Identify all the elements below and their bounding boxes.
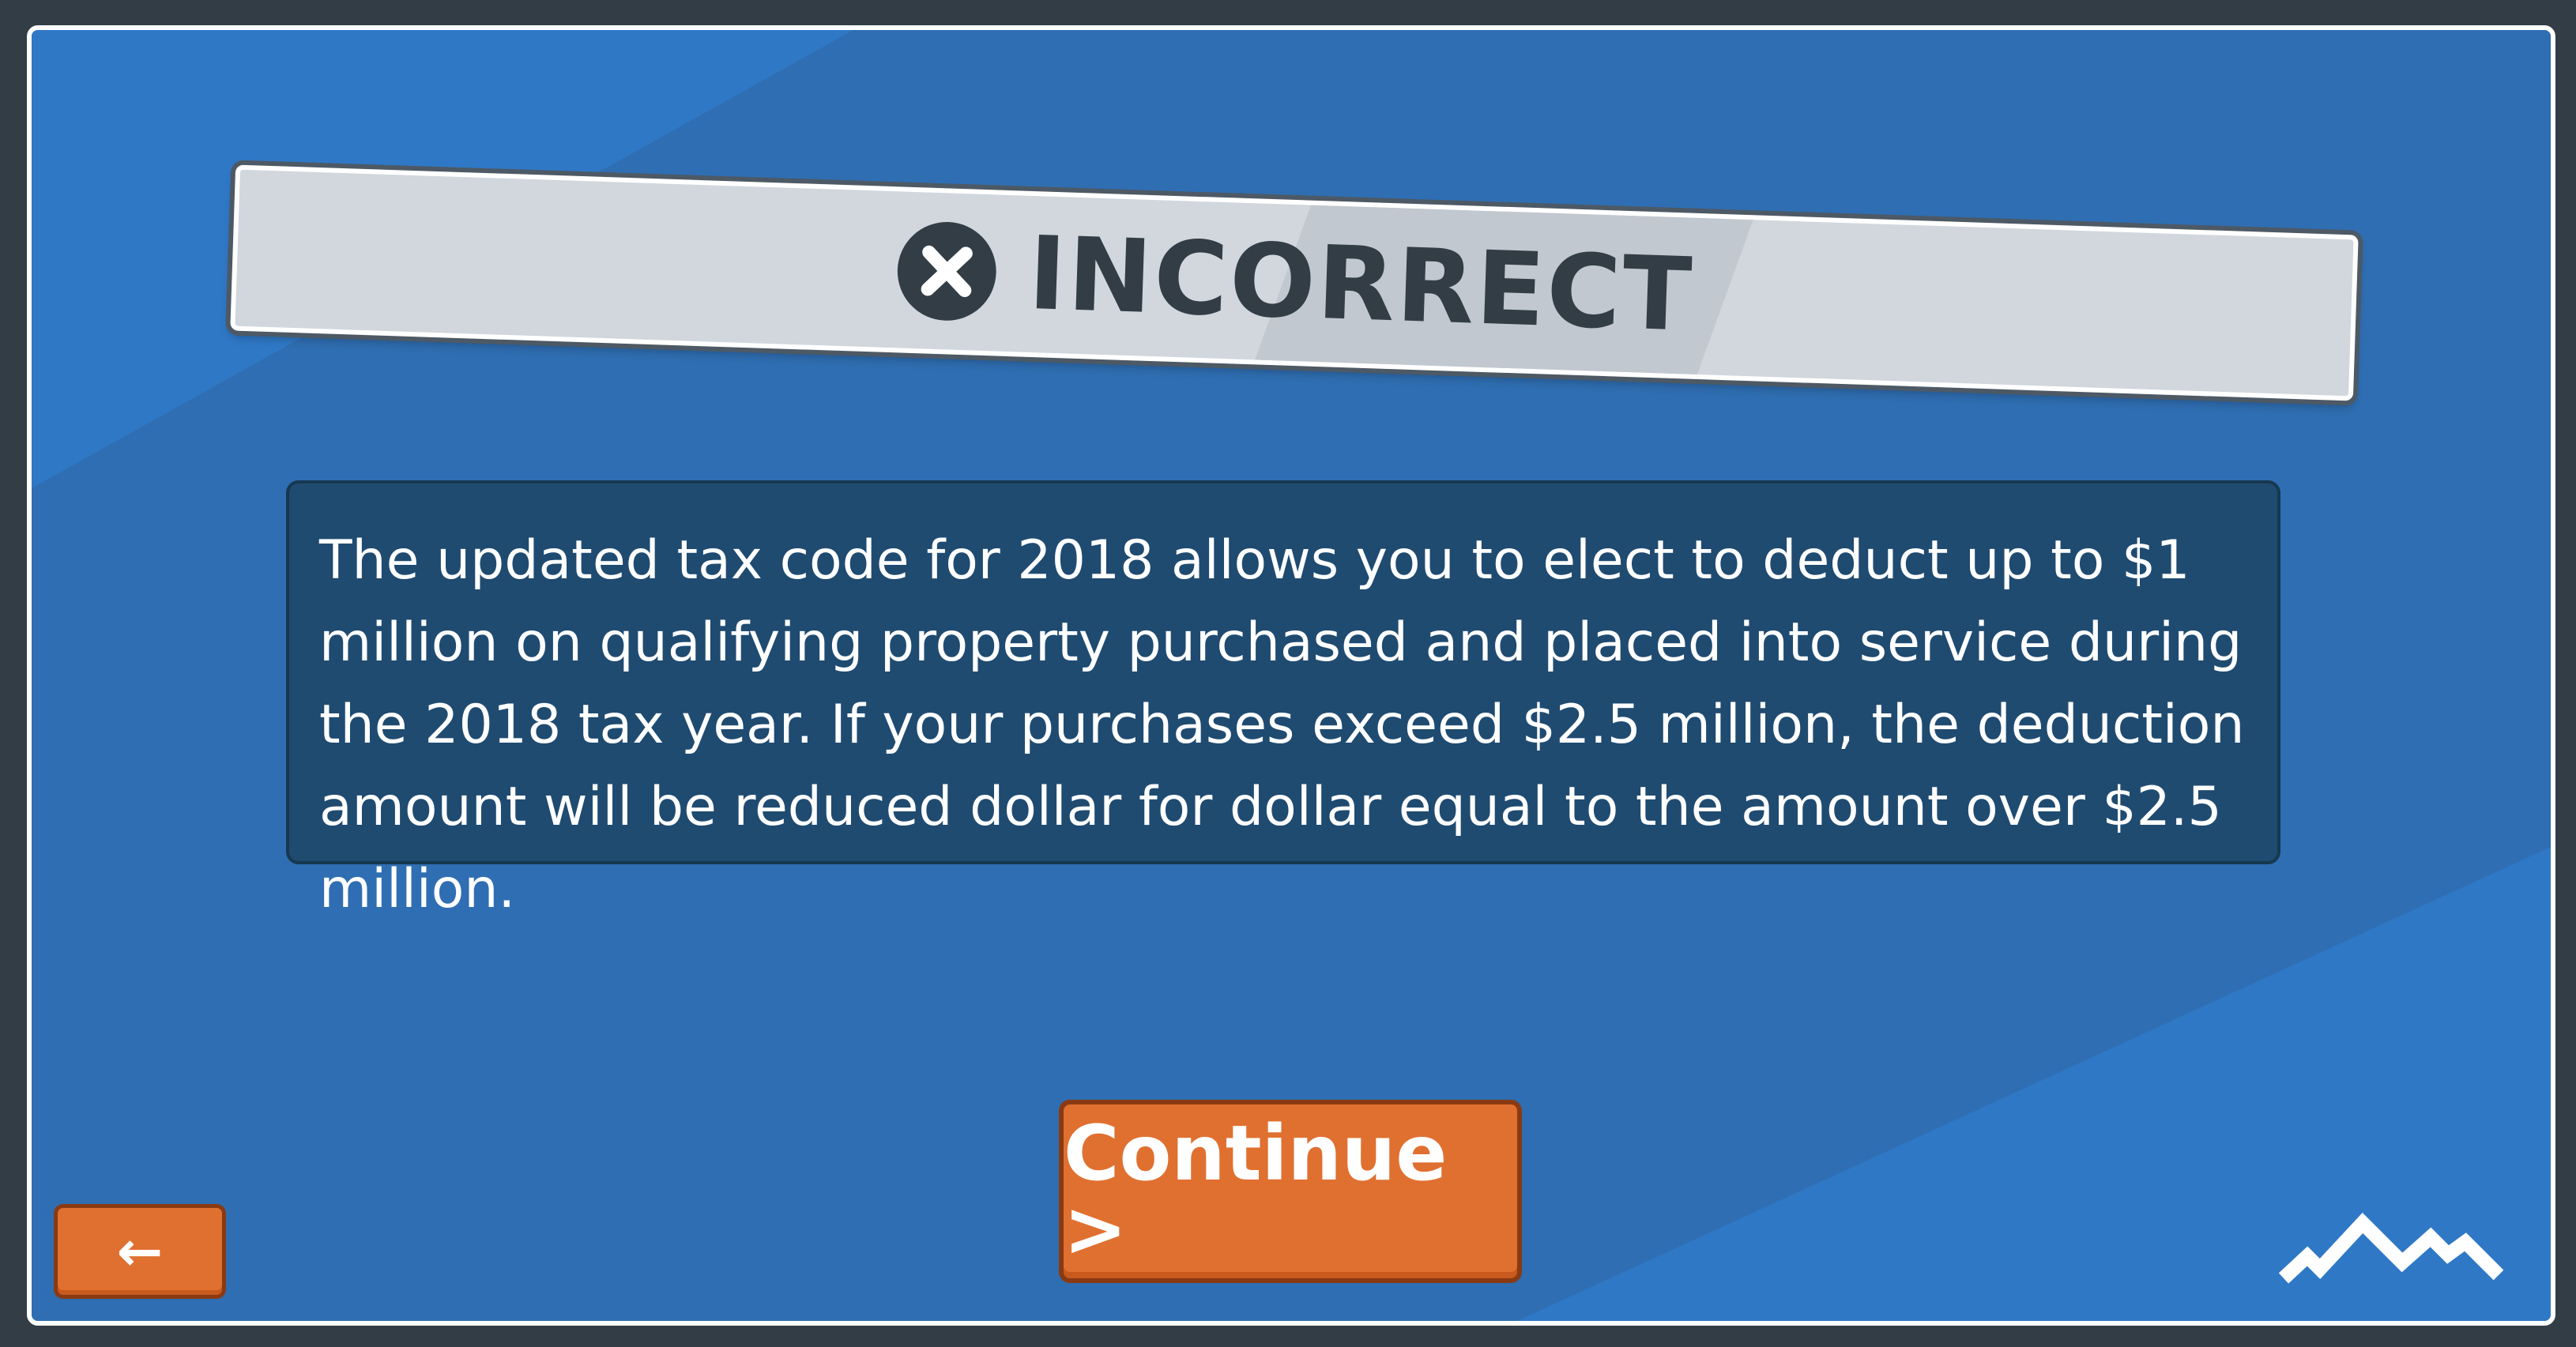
mountain-logo-icon bbox=[2278, 1213, 2504, 1284]
feedback-message: The updated tax code for 2018 allows you… bbox=[319, 529, 2245, 920]
continue-label: Continue > bbox=[1064, 1109, 1448, 1274]
x-circle-icon bbox=[898, 222, 996, 321]
result-title: INCORRECT bbox=[1026, 214, 1695, 355]
continue-button[interactable]: Continue > bbox=[1059, 1100, 1522, 1283]
feedback-message-box: The updated tax code for 2018 allows you… bbox=[286, 480, 2280, 920]
back-button[interactable]: ← bbox=[54, 1204, 226, 1299]
back-arrow-icon: ← bbox=[116, 1219, 164, 1284]
feedback-slide: INCORRECT The updated tax code for 2018 … bbox=[27, 25, 2555, 1326]
